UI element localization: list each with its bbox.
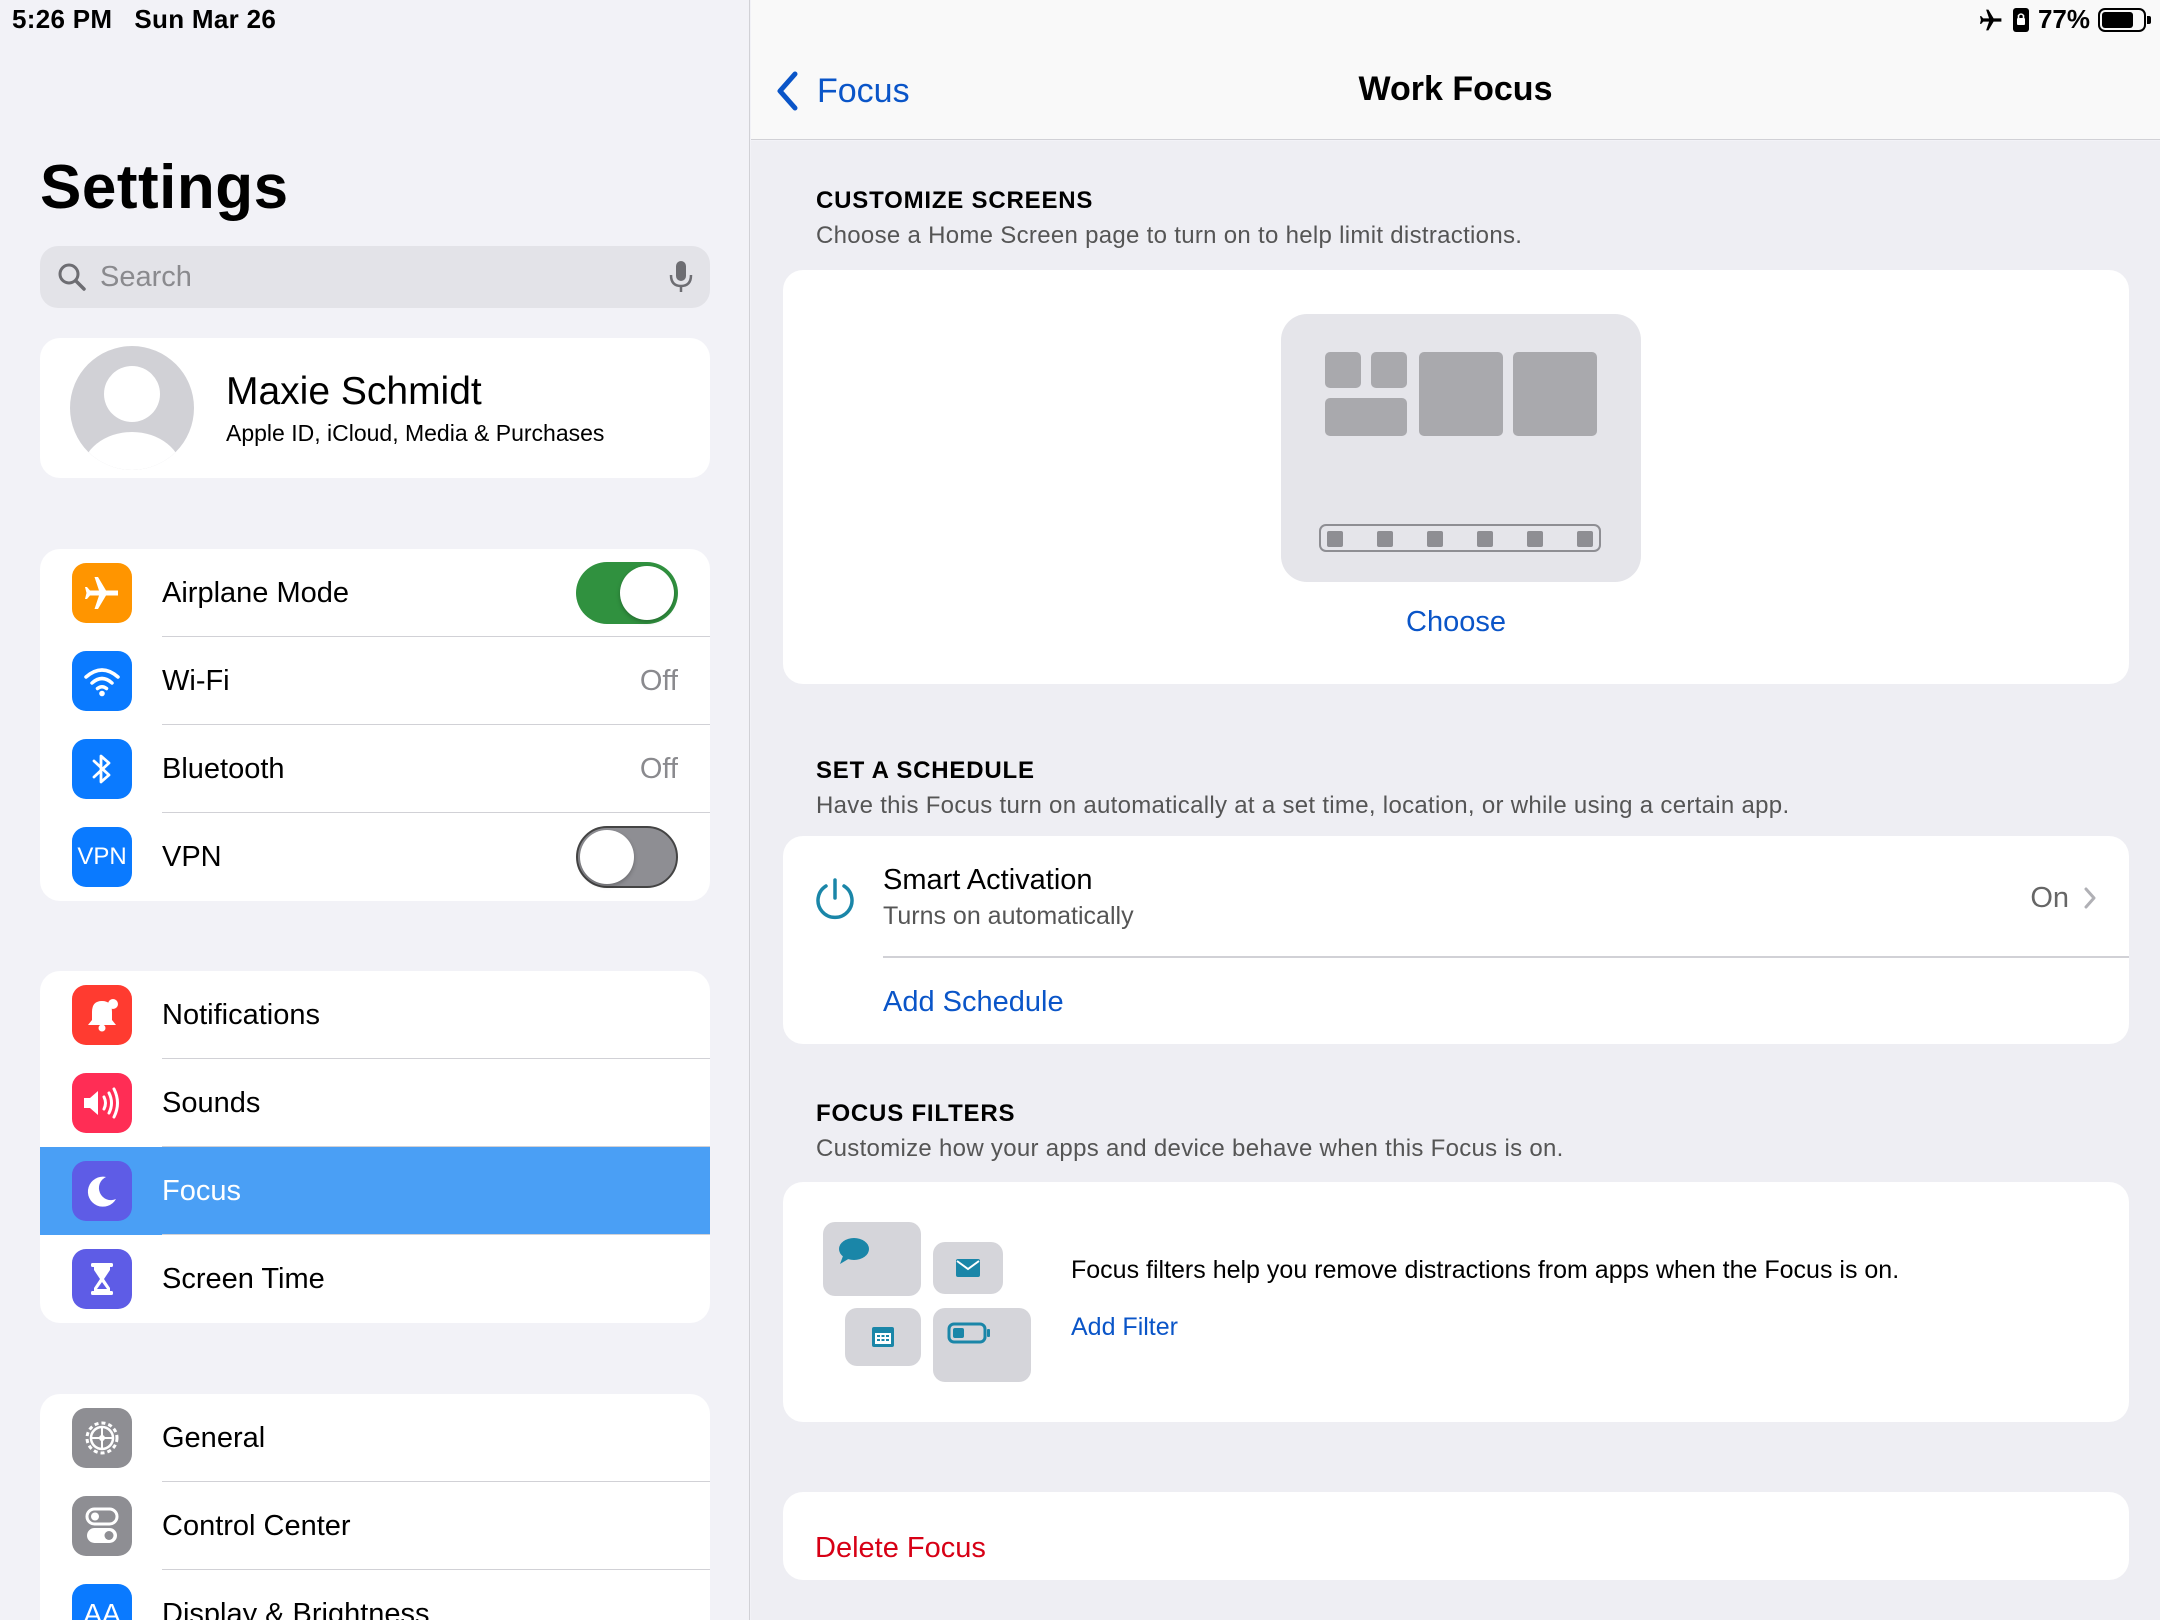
notifications-group: Notifications Sounds Focus Screen Time (40, 971, 710, 1323)
bluetooth-status: Off (639, 752, 678, 785)
avatar (70, 346, 194, 470)
sidebar-item-notifications[interactable]: Notifications (40, 971, 710, 1059)
sidebar-item-screen-time[interactable]: Screen Time (40, 1235, 710, 1323)
battery-icon (2098, 7, 2151, 32)
section-header-filters: FOCUS FILTERS (816, 1100, 1016, 1127)
sidebar-item-label: Focus (162, 1174, 241, 1207)
text-size-icon: AA (72, 1584, 132, 1620)
delete-focus-card: Delete Focus (783, 1492, 2129, 1580)
airplane-icon (72, 563, 132, 623)
sidebar-item-label: Wi-Fi (162, 664, 230, 697)
smart-activation-value: On (2030, 882, 2069, 914)
mail-filter-tile (933, 1242, 1003, 1294)
sidebar-item-wifi[interactable]: Wi-Fi Off (40, 637, 710, 725)
section-header-schedule: SET A SCHEDULE (816, 757, 1035, 784)
sidebar: 5:26 PM Sun Mar 26 Settings Search Maxie … (0, 0, 750, 1620)
status-time: 5:26 PM (12, 4, 113, 34)
sidebar-item-label: Screen Time (162, 1262, 325, 1295)
sidebar-item-bluetooth[interactable]: Bluetooth Off (40, 725, 710, 813)
sidebar-item-focus[interactable]: Focus (40, 1147, 710, 1235)
vpn-toggle[interactable] (576, 826, 678, 888)
choose-button[interactable]: Choose (783, 606, 2129, 639)
sidebar-item-label: Bluetooth (162, 752, 285, 785)
gear-icon (72, 1408, 132, 1468)
status-date: Sun Mar 26 (134, 4, 277, 34)
sidebar-item-label: Notifications (162, 998, 320, 1031)
speaker-icon (72, 1073, 132, 1133)
status-indicators: 77% (1978, 4, 2151, 35)
sidebar-item-sounds[interactable]: Sounds (40, 1059, 710, 1147)
smart-activation-title: Smart Activation (883, 864, 1093, 896)
detail-pane: CUSTOMIZE SCREENS Choose a Home Screen p… (751, 141, 2160, 1620)
sidebar-item-label: Display & Brightness (162, 1597, 430, 1620)
system-group: General Control Center AA Display & Brig… (40, 1394, 710, 1620)
sidebar-item-control-center[interactable]: Control Center (40, 1482, 710, 1570)
page-title: Settings (40, 153, 289, 222)
add-schedule-button[interactable]: Add Schedule (883, 986, 1064, 1019)
search-input[interactable]: Search (40, 246, 710, 308)
wifi-status: Off (639, 664, 678, 697)
section-header-customize: CUSTOMIZE SCREENS (816, 187, 1094, 214)
bell-icon (72, 985, 132, 1045)
mail-icon (956, 1259, 980, 1277)
chevron-right-icon (2084, 887, 2096, 909)
power-icon (816, 878, 854, 920)
orientation-lock-icon (2012, 7, 2029, 32)
sidebar-item-label: General (162, 1421, 266, 1454)
profile-name: Maxie Schmidt (226, 369, 482, 413)
microphone-icon[interactable] (668, 259, 694, 295)
profile-subtitle: Apple ID, iCloud, Media & Purchases (226, 419, 605, 446)
section-subtitle-customize: Choose a Home Screen page to turn on to … (816, 222, 1523, 249)
page-dots (1319, 524, 1601, 552)
hourglass-icon (72, 1249, 132, 1309)
sidebar-item-vpn[interactable]: VPN VPN (40, 813, 710, 901)
delete-focus-button[interactable]: Delete Focus (815, 1532, 986, 1565)
airplane-status-icon (1979, 9, 2002, 30)
profile-card[interactable]: Maxie Schmidt Apple ID, iCloud, Media & … (40, 338, 710, 478)
focus-filters-card: Focus filters help you remove distractio… (783, 1182, 2129, 1422)
calendar-filter-tile (845, 1308, 921, 1366)
nav-title: Work Focus (1358, 70, 1553, 108)
add-filter-button[interactable]: Add Filter (1071, 1313, 1178, 1342)
navigation-bar: 77% Focus Work Focus (751, 0, 2160, 140)
sidebar-item-label: Sounds (162, 1086, 261, 1119)
switches-icon (72, 1496, 132, 1556)
sidebar-item-label: VPN (162, 840, 222, 873)
text-size-icon-text: AA (83, 1598, 121, 1620)
home-screen-preview[interactable] (1281, 314, 1641, 582)
battery-percentage: 77% (2037, 4, 2090, 34)
schedule-card: Smart Activation Turns on automatically … (783, 836, 2129, 1044)
section-subtitle-schedule: Have this Focus turn on automatically at… (816, 792, 1790, 819)
connectivity-group: Airplane Mode Wi-Fi Off Bluetooth Off VP… (40, 549, 710, 901)
customize-screens-card: Choose (783, 270, 2129, 684)
sidebar-item-airplane-mode[interactable]: Airplane Mode (40, 549, 710, 637)
battery-filter-tile (933, 1308, 1031, 1382)
sidebar-item-label: Control Center (162, 1509, 351, 1542)
moon-icon (72, 1161, 132, 1221)
search-placeholder: Search (100, 260, 192, 293)
smart-activation-subtitle: Turns on automatically (883, 902, 1134, 930)
message-bubble-icon (839, 1238, 869, 1264)
section-subtitle-filters: Customize how your apps and device behav… (816, 1135, 1564, 1162)
sidebar-item-general[interactable]: General (40, 1394, 710, 1482)
airplane-mode-toggle[interactable] (576, 562, 678, 624)
vpn-icon: VPN (72, 827, 132, 887)
smart-activation-row[interactable]: Smart Activation Turns on automatically … (783, 836, 2129, 956)
bluetooth-icon (72, 739, 132, 799)
sidebar-item-display-brightness[interactable]: AA Display & Brightness (40, 1570, 710, 1620)
vpn-icon-text: VPN (77, 843, 127, 870)
search-icon (58, 263, 86, 291)
calendar-icon (872, 1327, 894, 1347)
wifi-icon (72, 651, 132, 711)
low-power-icon (947, 1322, 990, 1344)
message-filter-tile (823, 1222, 921, 1296)
focus-filters-description: Focus filters help you remove distractio… (1071, 1256, 1900, 1284)
status-time-date: 5:26 PM Sun Mar 26 (12, 4, 298, 35)
sidebar-item-label: Airplane Mode (162, 576, 349, 609)
